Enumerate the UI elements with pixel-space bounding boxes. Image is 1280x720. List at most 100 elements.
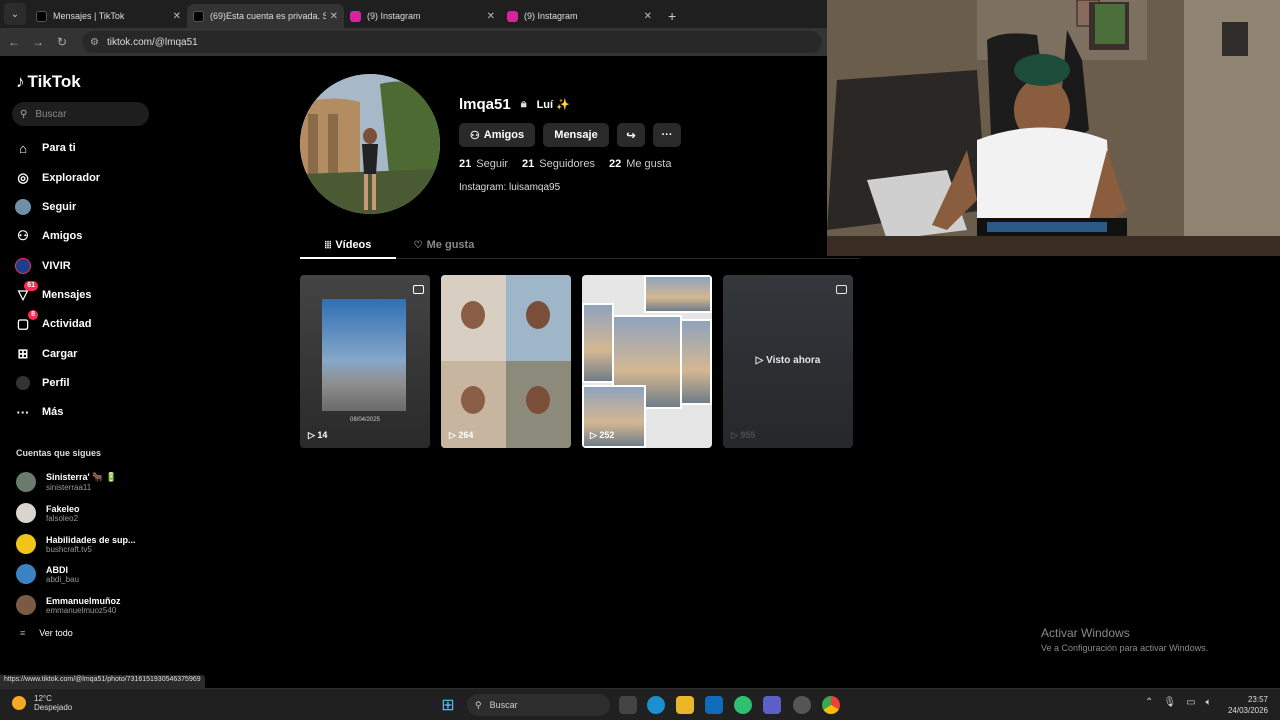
url-input[interactable]: ⚙ tiktok.com/@lmqa51 — [82, 31, 822, 53]
account-name: Habilidades de sup... — [46, 534, 136, 545]
messages-badge: 61 — [24, 281, 38, 291]
status-url-tooltip: https://www.tiktok.com/@lmqa51/photo/731… — [0, 675, 205, 688]
weather-sun-icon — [12, 696, 26, 710]
view-count: ▷ 14 — [308, 430, 327, 441]
browser-tab[interactable]: (9) Instagram ✕ — [501, 4, 658, 28]
browser-tab[interactable]: Mensajes | TikTok ✕ — [30, 4, 187, 28]
tab-label: Me gusta — [426, 239, 475, 251]
sidebar-item-mas[interactable]: ··· Más — [14, 401, 64, 423]
watched-label: ▷ Visto ahora — [723, 355, 853, 366]
thumbnail-date: 08/04/2025 — [349, 417, 381, 423]
site-info-icon[interactable]: ⚙ — [90, 37, 99, 48]
instagram-icon — [507, 10, 518, 22]
close-tab-icon[interactable]: ✕ — [330, 11, 338, 22]
close-tab-icon[interactable]: ✕ — [644, 11, 652, 22]
view-count-value: 14 — [317, 430, 328, 440]
video-card[interactable]: ▷ 264 — [441, 275, 571, 448]
chrome-icon[interactable] — [822, 696, 840, 714]
avatar — [16, 564, 36, 584]
account-handle: bushcraft.tv5 — [46, 544, 92, 554]
sidebar-item-perfil[interactable]: Perfil — [14, 372, 70, 394]
lock-icon: 🔒︎ — [520, 98, 527, 110]
microphone-icon[interactable]: 🎙︎ — [1163, 697, 1176, 708]
sidebar-item-para-ti[interactable]: ⌂ Para ti — [14, 137, 76, 159]
close-tab-icon[interactable]: ✕ — [173, 11, 181, 22]
following-account[interactable]: ABDI abdi_bau — [16, 561, 79, 587]
account-name: ABDI — [46, 564, 68, 575]
file-explorer-icon[interactable] — [676, 696, 694, 714]
sidebar-item-label: Amigos — [42, 230, 83, 242]
weather-widget[interactable]: 12°C Despejado — [12, 694, 72, 712]
see-all-label: Ver todo — [39, 628, 73, 638]
tiktok-icon — [193, 10, 204, 22]
forward-icon[interactable]: → — [26, 35, 50, 49]
profile-avatar[interactable] — [300, 74, 440, 214]
volume-icon[interactable]: 🔈︎ — [1206, 697, 1212, 708]
sidebar-item-label: Más — [42, 406, 64, 418]
sidebar-item-explorador[interactable]: ◎ Explorador — [14, 167, 100, 189]
teams-icon[interactable] — [763, 696, 781, 714]
video-thumbnail — [644, 275, 712, 313]
outlook-icon[interactable] — [705, 696, 723, 714]
sidebar-item-amigos[interactable]: ⚇ Amigos — [14, 225, 82, 247]
following-account[interactable]: Habilidades de sup... bushcraft.tv5 — [16, 531, 136, 557]
reload-icon[interactable]: ↻ — [50, 35, 74, 49]
chevron-up-icon[interactable]: ⌃ — [1145, 697, 1153, 708]
tab-videos[interactable]: ⦙⦙⦙ Vídeos — [300, 232, 396, 259]
share-button[interactable]: ↪ — [617, 123, 645, 147]
see-all-button[interactable]: ≡ Ver todo — [20, 628, 73, 638]
photo-icon — [413, 285, 424, 294]
webcam-scene — [827, 0, 1280, 256]
tab-title: (9) Instagram — [367, 11, 421, 21]
close-tab-icon[interactable]: ✕ — [487, 11, 495, 22]
following-account[interactable]: Fakeleo falsoleo2 — [16, 500, 80, 526]
new-tab-icon[interactable]: + — [668, 8, 676, 24]
avatar-photo — [300, 74, 440, 214]
taskbar-clock[interactable]: 23:57 24/03/2026 — [1228, 694, 1268, 716]
photo-icon — [836, 285, 847, 294]
video-card[interactable]: 08/04/2025 ▷ 14 — [300, 275, 430, 448]
video-card[interactable]: ▷ 252 — [582, 275, 712, 448]
video-thumbnail — [680, 319, 712, 405]
account-handle: falsoleo2 — [46, 513, 79, 523]
account-handle: sinisterraa11 — [46, 483, 92, 492]
account-handle: abdi_bau — [46, 574, 79, 584]
browser-tab-active[interactable]: (69)Esta cuenta es privada. Sigue ✕ — [187, 4, 344, 28]
more-options-button[interactable]: ··· — [653, 123, 681, 147]
taskbar-search-input[interactable]: ⚲ Buscar — [467, 694, 610, 716]
task-view-icon[interactable] — [619, 696, 637, 714]
edge-icon[interactable] — [647, 696, 665, 714]
network-icon[interactable]: ▭ — [1186, 697, 1195, 708]
windows-start-icon[interactable]: ⊞ — [439, 696, 457, 714]
address-bar: ← → ↻ ⚙ tiktok.com/@lmqa51 — [0, 28, 828, 56]
friends-icon: ⚇ — [469, 129, 480, 142]
sidebar-item-seguir[interactable]: Seguir — [14, 196, 76, 218]
live-icon — [14, 257, 32, 275]
friends-button[interactable]: ⚇ Amigos — [459, 123, 535, 147]
search-input[interactable]: ⚲ Buscar — [12, 102, 149, 126]
sidebar-item-vivir[interactable]: VIVIR — [14, 255, 71, 277]
browser-tab[interactable]: (9) Instagram ✕ — [344, 4, 501, 28]
sidebar-item-cargar[interactable]: ⊞ Cargar — [14, 343, 78, 365]
message-button[interactable]: Mensaje — [543, 123, 609, 147]
stat-label: Seguir — [476, 158, 509, 170]
search-placeholder: Buscar — [35, 108, 67, 120]
screen: ⌄ Mensajes | TikTok ✕ (69)Esta cuenta es… — [0, 0, 1280, 720]
tiktok-logo[interactable]: ♪ TikTok — [16, 72, 81, 92]
following-account[interactable]: Emmanuelmuñoz emmanuelmuoz540 — [16, 592, 121, 618]
sidebar-item-mensajes[interactable]: ▽ 61 Mensajes — [14, 281, 92, 306]
video-thumbnail — [322, 299, 406, 411]
following-account[interactable]: Sinisterra' 🐂 🔋 sinisterraa11 — [16, 469, 117, 495]
url-text: tiktok.com/@lmqa51 — [106, 36, 198, 48]
sidebar-item-actividad[interactable]: ▢ 8 Actividad — [14, 310, 92, 335]
tab-liked[interactable]: ♡ Me gusta — [396, 232, 492, 258]
settings-gear-icon[interactable] — [793, 696, 811, 714]
xbox-icon[interactable] — [734, 696, 752, 714]
play-icon: ▷ — [449, 430, 459, 440]
back-icon[interactable]: ← — [2, 35, 26, 49]
stat-followers[interactable]: 21 Seguidores — [522, 158, 595, 170]
more-icon: ··· — [16, 404, 30, 420]
tab-search-button[interactable]: ⌄ — [4, 3, 26, 25]
stat-following[interactable]: 21 Seguir — [459, 158, 508, 170]
video-card-watched[interactable]: ▷ Visto ahora ▷ 955 — [723, 275, 853, 448]
